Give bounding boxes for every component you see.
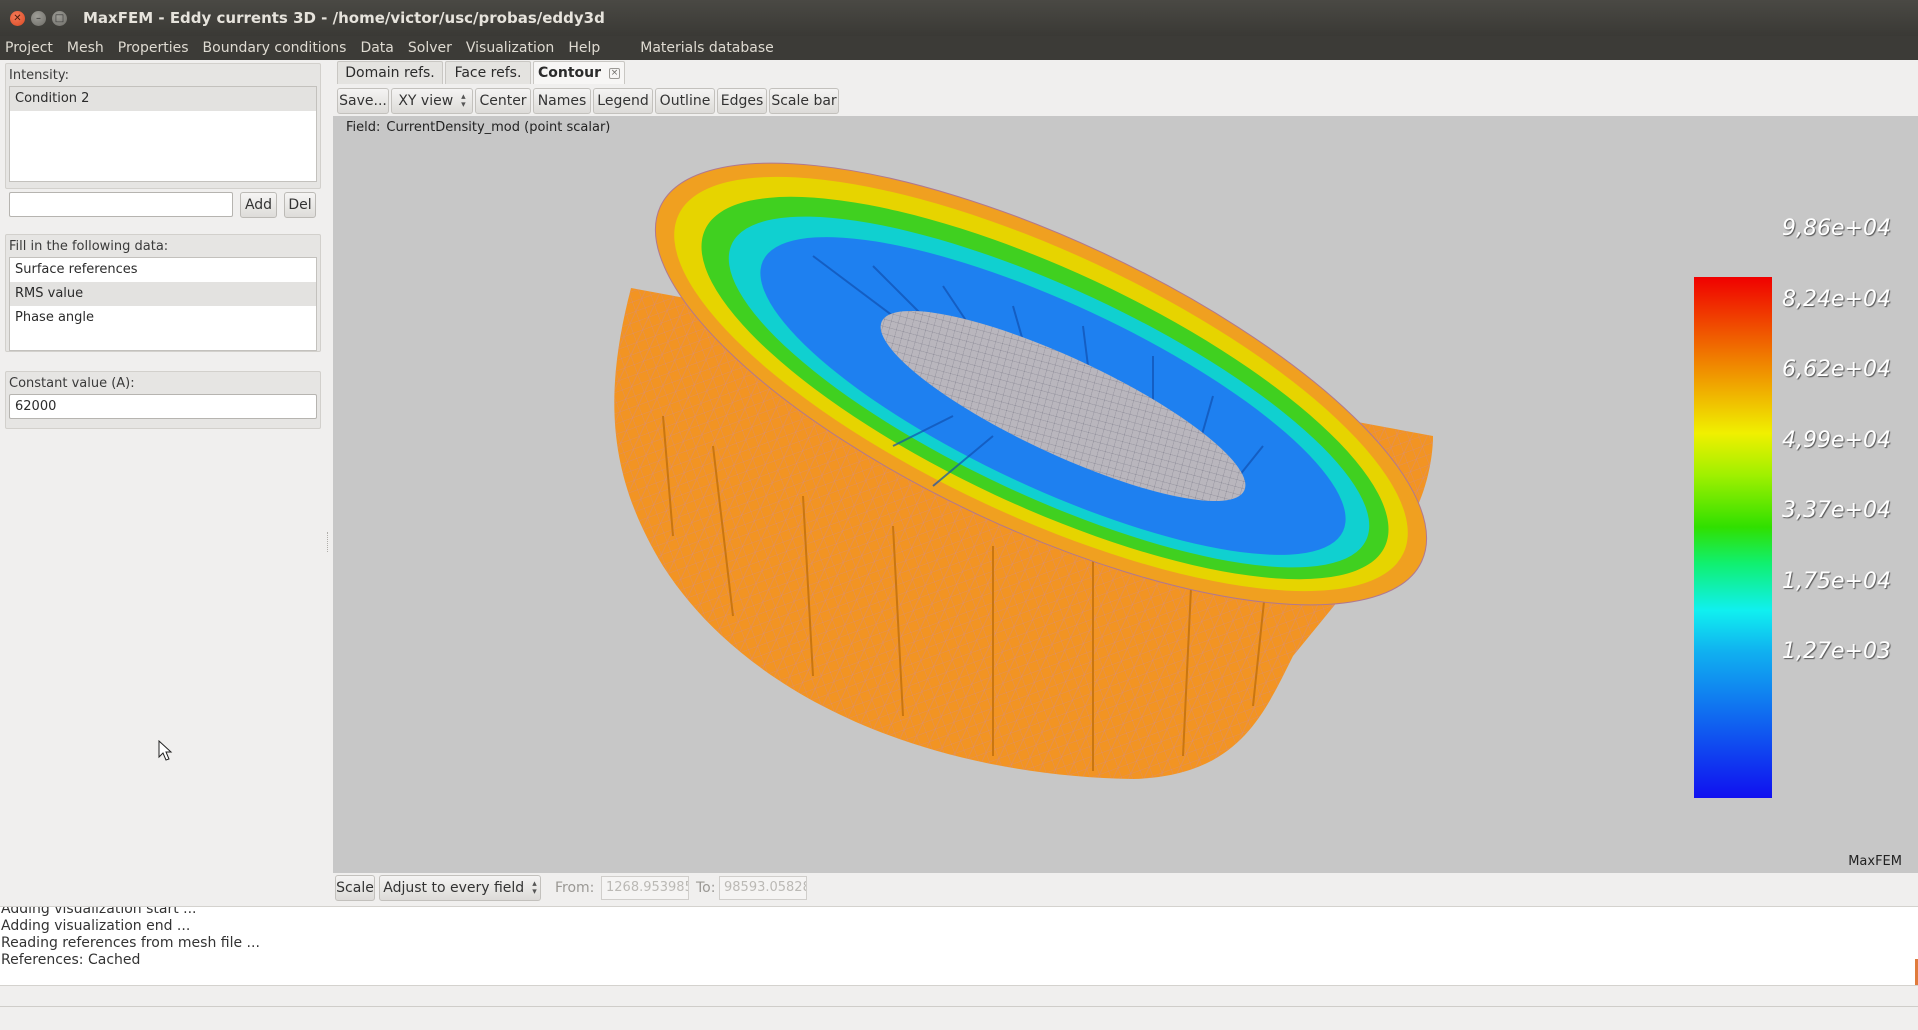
to-input[interactable]: 98593.05828 [719,876,807,900]
menu-data[interactable]: Data [353,36,400,60]
conditions-list[interactable]: Condition 2 [9,86,317,182]
constant-value-input[interactable]: 62000 [9,394,317,419]
list-item-phase-angle[interactable]: Phase angle [10,306,316,330]
scale-mode-value: Adjust to every field [383,880,525,896]
del-button[interactable]: Del [284,192,316,218]
edges-button[interactable]: Edges [717,88,767,114]
from-input[interactable]: 1268.953985 [601,876,689,900]
outline-button[interactable]: Outline [655,88,715,114]
menu-project[interactable]: Project [0,36,60,60]
scale-mode-select[interactable]: Adjust to every field ▴ ▾ [379,875,541,901]
intensity-label: Intensity: [9,68,70,83]
constant-value-label: Constant value (A): [9,376,135,391]
legend-label-1: 8,24e+04 [1782,287,1891,312]
spin-arrows-icon: ▴ ▾ [532,879,537,897]
view-select[interactable]: XY view ▴ ▾ [391,88,473,114]
visualization-toolbar: Save... XY view ▴ ▾ Center Names Legend O… [333,86,1918,116]
splitter-handle[interactable] [327,532,330,552]
legend-label-4: 3,37e+04 [1782,498,1891,523]
list-item-surface-references[interactable]: Surface references [10,258,316,282]
center-button[interactable]: Center [475,88,531,114]
log-console[interactable]: Adding visualization start ... Adding vi… [0,906,1918,986]
view-select-value: XY view [398,93,454,109]
names-button[interactable]: Names [533,88,591,114]
menu-properties[interactable]: Properties [111,36,196,60]
legend-label-6: 1,27e+03 [1782,639,1891,664]
maximize-window-icon[interactable]: □ [52,10,67,26]
window-title: MaxFEM - Eddy currents 3D - /home/victor… [83,9,605,27]
fill-data-group: Fill in the following data: Surface refe… [5,234,321,352]
log-line: Adding visualization end ... [1,918,191,934]
left-panel: Intensity: Condition 2 Add Del Fill in t… [0,60,330,906]
color-legend-bar [1694,277,1772,798]
log-line: Adding visualization start ... [1,906,197,917]
menu-solver[interactable]: Solver [401,36,459,60]
from-label: From: [555,880,595,896]
status-field [0,1006,1918,1030]
menu-help[interactable]: Help [561,36,607,60]
menu-materials-database[interactable]: Materials database [633,36,781,60]
constant-value-group: Constant value (A): 62000 [5,371,321,429]
condition-name-input[interactable] [9,192,233,217]
menu-boundary-conditions[interactable]: Boundary conditions [196,36,354,60]
menu-bar: Project Mesh Properties Boundary conditi… [0,36,1918,60]
tab-domain-refs[interactable]: Domain refs. [337,61,443,84]
close-window-icon[interactable]: ✕ [10,10,25,26]
maxfem-watermark: MaxFEM [1848,854,1902,869]
add-button[interactable]: Add [240,192,277,218]
log-line: Reading references from mesh file ... [1,935,260,951]
scale-controls: Scale Adjust to every field ▴ ▾ From: 126… [333,873,1918,903]
menu-mesh[interactable]: Mesh [60,36,111,60]
list-item-rms-value[interactable]: RMS value [10,282,316,306]
minimize-window-icon[interactable]: – [31,10,46,26]
tab-contour[interactable]: Contour × [533,61,625,84]
save-button[interactable]: Save... [337,88,389,114]
tab-contour-label: Contour [537,65,602,81]
legend-label-0: 9,86e+04 [1782,216,1891,241]
close-tab-icon[interactable]: × [609,67,621,79]
legend-button[interactable]: Legend [593,88,653,114]
log-line: References: Cached [1,952,141,968]
tab-face-refs-label: Face refs. [454,65,522,81]
legend-label-3: 4,99e+04 [1782,428,1891,453]
fill-data-list[interactable]: Surface references RMS value Phase angle [9,257,317,351]
condition-item[interactable]: Condition 2 [10,87,316,111]
tab-bar: Domain refs. Face refs. Contour × [333,60,1918,84]
tab-face-refs[interactable]: Face refs. [445,61,531,84]
scale-button[interactable]: Scale [335,875,375,901]
title-bar: ✕ – □ MaxFEM - Eddy currents 3D - /home/… [0,0,1918,36]
legend-label-2: 6,62e+04 [1782,357,1891,382]
intensity-group: Intensity: Condition 2 [5,63,321,189]
spin-arrows-icon: ▴ ▾ [461,92,466,110]
3d-viewport[interactable]: Field:CurrentDensity_mod (point scalar) [333,116,1918,873]
tab-domain-refs-label: Domain refs. [345,65,435,81]
legend-label-5: 1,75e+04 [1782,569,1891,594]
scale-bar-button[interactable]: Scale bar [769,88,839,114]
eddy-current-model [614,162,1433,779]
fill-data-label: Fill in the following data: [9,239,169,254]
to-label: To: [696,880,716,896]
status-bar [0,986,1918,1030]
mouse-pointer-icon [158,740,173,761]
menu-visualization[interactable]: Visualization [459,36,561,60]
